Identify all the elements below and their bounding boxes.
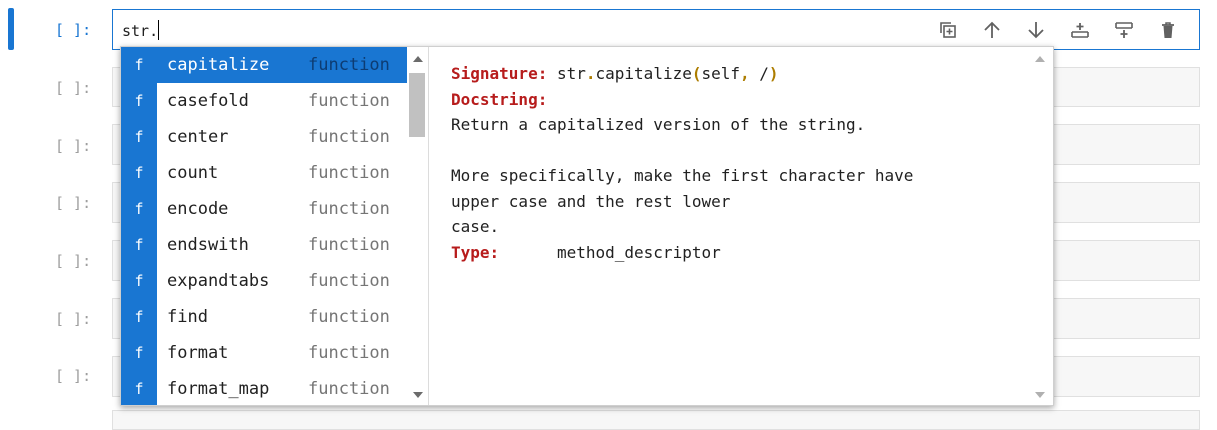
completion-name: expandtabs — [167, 271, 270, 291]
type-label: Type: — [451, 242, 500, 262]
completion-name: capitalize — [167, 55, 270, 75]
signature-arg-self: self — [701, 64, 741, 83]
move-down-button[interactable] — [1021, 18, 1051, 42]
signature-arg-slash: / — [749, 64, 769, 83]
active-code-cell[interactable]: str. — [112, 9, 1200, 50]
cell-prompt: [ ]: — [55, 310, 92, 328]
completion-item[interactable]: f format_map function — [121, 371, 407, 405]
completion-type: function — [308, 343, 390, 363]
signature-prefix: str — [556, 64, 586, 83]
active-cell-indicator — [8, 8, 14, 50]
signature-close-paren: ) — [768, 64, 779, 83]
text-caret — [158, 20, 160, 40]
move-up-icon — [984, 21, 1000, 38]
completion-type: function — [308, 127, 390, 147]
completion-item[interactable]: f find function — [121, 299, 407, 335]
cell-prompt: [ ]: — [55, 252, 92, 270]
delete-icon — [1162, 22, 1174, 38]
completion-type: function — [308, 307, 390, 327]
function-icon: f — [121, 155, 157, 191]
signature-comma: , — [740, 64, 750, 83]
completion-type: function — [308, 91, 390, 111]
completion-item[interactable]: f capitalize function — [121, 47, 407, 83]
function-icon: f — [121, 119, 157, 155]
completion-name: find — [167, 307, 208, 327]
cell-prompt: [ ]: — [55, 79, 92, 97]
completion-scrollbar[interactable] — [407, 47, 429, 405]
docstring-line: case. — [451, 217, 500, 236]
completion-type: function — [308, 199, 390, 219]
completion-type: function — [308, 271, 390, 291]
code-cell[interactable] — [112, 410, 1200, 430]
function-icon: f — [121, 335, 157, 371]
insert-below-button[interactable] — [1109, 18, 1139, 42]
cell-prompt: [ ]: — [55, 137, 92, 155]
scroll-up-icon[interactable] — [1035, 56, 1045, 62]
scrollbar-thumb[interactable] — [409, 73, 425, 137]
docstring-line: More specifically, make the first charac… — [451, 166, 914, 185]
completer-popup: f capitalize function f casefold functio… — [120, 46, 1054, 406]
function-icon: f — [121, 371, 157, 405]
completion-name: format_map — [167, 379, 270, 399]
cell-prompt: [ ]: — [55, 194, 92, 212]
signature-func: capitalize — [595, 64, 692, 83]
docstring-line: Return a capitalized version of the stri… — [451, 115, 866, 134]
documentation-scrollbar[interactable] — [1027, 47, 1053, 405]
cell-prompt-active: [ ]: — [55, 21, 92, 39]
scroll-down-icon[interactable] — [413, 392, 423, 398]
cell-toolbar — [933, 18, 1183, 42]
function-icon: f — [121, 47, 157, 83]
function-icon: f — [121, 299, 157, 335]
completion-type: function — [308, 379, 390, 399]
function-icon: f — [121, 227, 157, 263]
documentation-panel: Signature: str.capitalize(self, /) Docst… — [451, 61, 913, 265]
completion-type: function — [308, 55, 390, 75]
insert-below-icon — [1115, 22, 1133, 38]
completion-item[interactable]: f format function — [121, 335, 407, 371]
docstring-line: upper case and the rest lower — [451, 191, 731, 211]
duplicate-cell-icon — [940, 22, 956, 38]
completion-name: encode — [167, 199, 229, 219]
docstring-label: Docstring: — [451, 89, 548, 109]
completion-item[interactable]: f center function — [121, 119, 407, 155]
type-value: method_descriptor — [556, 242, 721, 262]
completion-type: function — [308, 235, 390, 255]
function-icon: f — [121, 263, 157, 299]
function-icon: f — [121, 83, 157, 119]
move-up-button[interactable] — [977, 18, 1007, 42]
completion-name: endswith — [167, 235, 249, 255]
code-text: str. — [122, 22, 159, 40]
signature-dot: . — [585, 64, 596, 83]
duplicate-cell-button[interactable] — [933, 18, 963, 42]
completion-item[interactable]: f endswith function — [121, 227, 407, 263]
completion-name: count — [167, 163, 219, 183]
insert-above-button[interactable] — [1065, 18, 1095, 42]
completion-item[interactable]: f encode function — [121, 191, 407, 227]
insert-above-icon — [1071, 23, 1089, 38]
signature-label: Signature: — [451, 64, 548, 83]
completion-item[interactable]: f casefold function — [121, 83, 407, 119]
delete-cell-button[interactable] — [1153, 18, 1183, 42]
completion-name: center — [167, 127, 229, 147]
completion-list: f capitalize function f casefold functio… — [121, 47, 407, 405]
completion-item[interactable]: f count function — [121, 155, 407, 191]
completion-name: format — [167, 343, 229, 363]
move-down-icon — [1028, 22, 1044, 39]
completion-item[interactable]: f expandtabs function — [121, 263, 407, 299]
completion-name: casefold — [167, 91, 249, 111]
cell-prompt: [ ]: — [55, 367, 92, 385]
code-editor[interactable]: str. — [122, 20, 160, 40]
scroll-down-icon[interactable] — [1035, 392, 1045, 398]
function-icon: f — [121, 191, 157, 227]
scroll-up-icon[interactable] — [413, 56, 423, 62]
completion-type: function — [308, 163, 390, 183]
